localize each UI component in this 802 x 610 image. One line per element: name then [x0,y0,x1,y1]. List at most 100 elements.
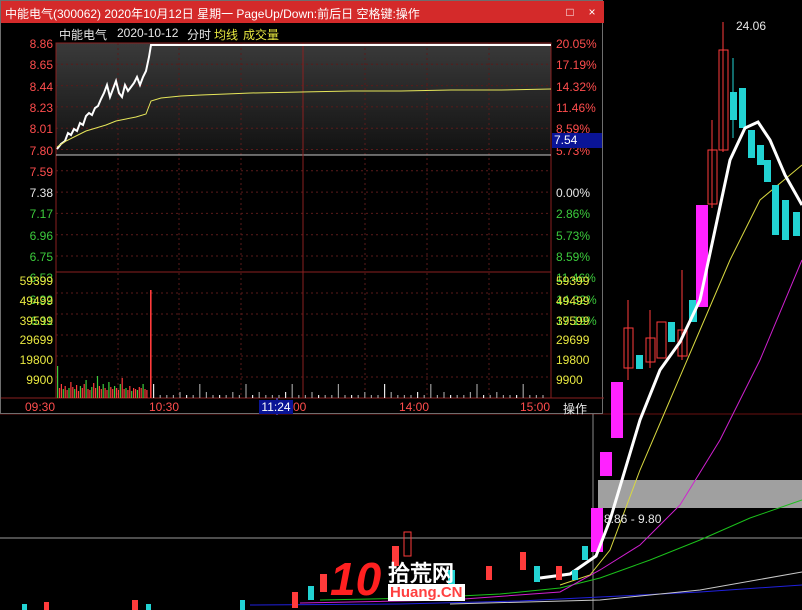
volume-bar [238,395,240,398]
volume-bar [199,384,201,398]
pct-tick-label: 20.05% [556,37,597,51]
candle [292,592,298,608]
volume-bar [351,395,353,398]
candle [748,130,755,158]
price-tick-label: 7.59 [29,164,53,179]
volume-bar [496,392,498,398]
volume-bar [62,389,64,398]
time-label-1400: 14:00 [399,400,430,414]
candle [556,566,562,580]
volume-bar [357,395,359,398]
candle [600,452,612,476]
volume-bar [172,395,174,398]
candle [611,382,623,438]
volume-bar [60,384,62,398]
volume-bar [64,386,66,398]
volume-bar [463,395,465,398]
volume-bar [509,395,511,398]
volume-bar [112,389,114,398]
volume-bar [304,395,306,398]
volume-bar [483,395,485,398]
volume-bar [96,376,99,398]
pct-tick-label: 5.73% [556,228,591,243]
volume-bar [291,384,293,398]
volume-bar [146,390,148,398]
volume-bar [93,383,95,398]
volume-bar [516,395,518,398]
candle [520,552,526,570]
volume-bar [127,390,129,398]
volume-bar [205,392,207,398]
volume-bar [410,395,412,398]
volume-bar [542,395,544,398]
volume-tick-label-right: 9900 [556,373,583,387]
watermark-number: 10 [330,553,382,605]
operate-button[interactable]: 操作 [563,400,587,417]
price-tick-label: 6.75 [29,250,53,264]
cursor-time-box: 11:24 [259,400,293,414]
pct-tick-label: 2.86% [556,207,591,222]
volume-bar [76,385,78,398]
candle [486,566,492,580]
candle [793,212,800,236]
volume-bar [58,388,61,398]
volume-bar [110,387,112,398]
volume-bar [91,387,93,398]
volume-bars [57,290,544,398]
candle [22,604,27,610]
volume-tick-label-right: 39599 [556,313,590,328]
volume-bar [192,395,194,398]
volume-bar [469,392,471,398]
candle [572,570,578,580]
volume-bar [436,395,438,398]
volume-bar [271,395,273,398]
price-tick-label: 8.44 [29,79,53,94]
volume-bar [119,384,121,398]
volume-tick-label-left: 9900 [26,373,53,387]
volume-bar [123,389,125,398]
volume-bar [79,386,81,398]
volume-bar [265,395,267,398]
volume-bar [186,395,188,398]
candle [308,586,314,600]
pct-tick-label: 8.59% [556,250,591,264]
volume-bar [311,392,313,398]
volume-bar [337,384,339,398]
volume-bar [121,378,123,398]
volume-bar [324,395,326,398]
price-tick-label: 6.96 [29,228,53,243]
volume-bar [166,395,168,398]
time-label-0930: 09:30 [25,400,56,414]
watermark-brand-en: Huang.CN [388,584,465,601]
volume-bar [144,389,146,398]
intraday-popup[interactable]: 中能电气(300062) 2020年10月12日 星期一 PageUp/Down… [0,0,604,417]
volume-bar [142,384,144,398]
price-tick-label: 7.80 [29,143,53,158]
volume-bar [258,392,260,398]
volume-tick-label-right: 29699 [556,333,590,348]
volume-bar [104,388,106,398]
volume-bar [278,395,280,398]
candle [757,145,764,165]
volume-bar [74,389,76,398]
volume-bar [423,395,425,398]
volume-bar [318,395,320,398]
volume-bar [70,382,72,398]
volume-bar [456,395,458,398]
candle [739,88,746,128]
volume-bar [136,390,138,398]
price-tick-label: 8.23 [29,100,53,115]
volume-tick-label-left: 59399 [19,274,53,288]
pct-tick-label: 0.00% [556,186,591,201]
pct-tick-label: 14.32% [556,79,597,94]
volume-bar [108,382,110,398]
volume-bar [417,392,419,398]
volume-bar [225,395,227,398]
volume-bar [125,388,127,398]
intraday-chart[interactable] [1,1,604,415]
price-tick-label: 8.01 [29,122,53,137]
kline-high-label: 24.06 [736,19,767,33]
candle [772,185,779,235]
price-tick-label: 7.38 [29,186,53,201]
volume-bar [72,387,74,398]
